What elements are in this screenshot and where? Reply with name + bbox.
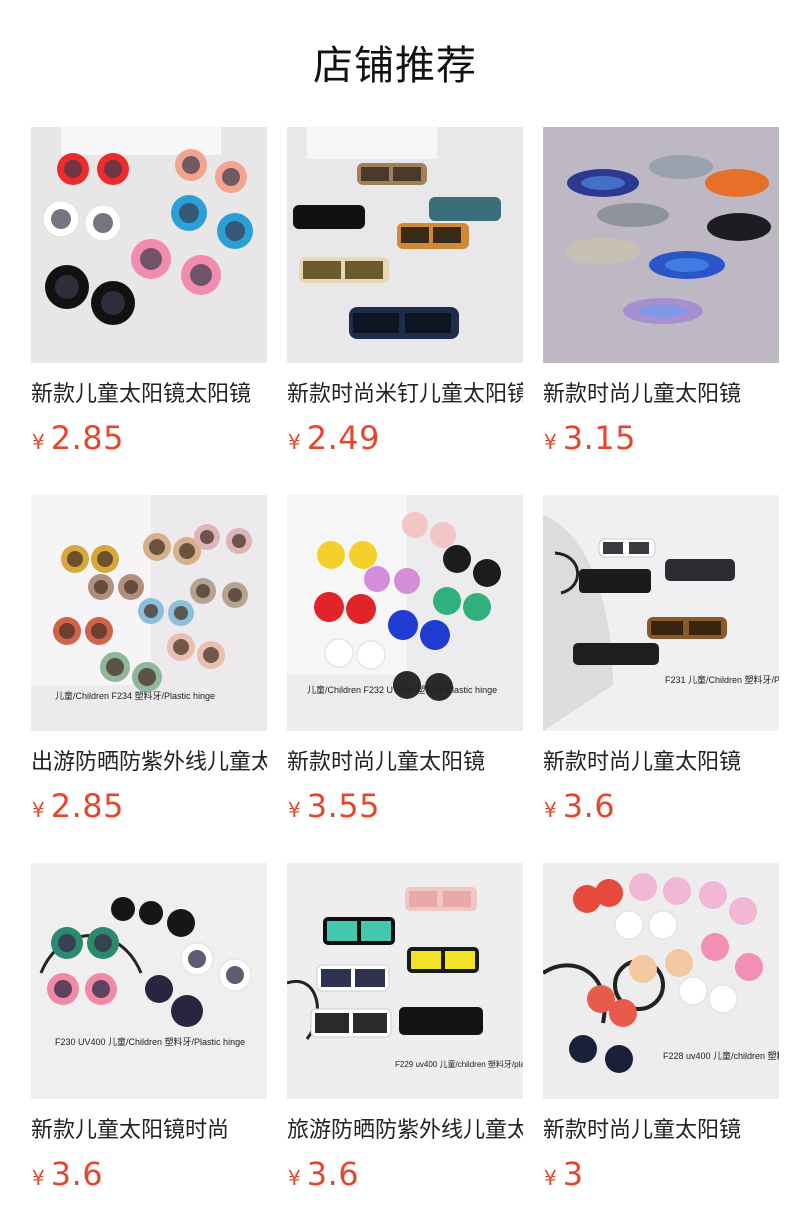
product-image[interactable]: 儿童/Children F234 塑料牙/Plastic hinge <box>31 495 267 731</box>
product-name[interactable]: 新款时尚米钉儿童太阳镜 <box>287 379 523 411</box>
price-row: ¥ 3 <box>544 1153 584 1195</box>
price-row: ¥ 2.85 <box>32 785 124 827</box>
product-image[interactable] <box>287 127 523 363</box>
product-image[interactable]: F230 UV400 儿童/Children 塑料牙/Plastic hinge <box>31 863 267 1099</box>
image-caption-line: F231 儿童/Children 塑料牙/Plastic hinge <box>665 674 779 685</box>
product-card[interactable]: 儿童/Children F234 塑料牙/Plastic hinge 出游防晒防… <box>31 495 267 845</box>
kids-round-sunglasses-image: F230 UV400 儿童/Children 塑料牙/Plastic hinge <box>31 863 267 1099</box>
sport-sunglasses-image <box>543 127 779 363</box>
image-caption-line: F230 UV400 儿童/Children 塑料牙/Plastic hinge <box>55 1036 245 1047</box>
image-caption-line: F228 uv400 儿童/children 塑料牙/plastic hinge <box>663 1050 779 1061</box>
price-row: ¥ 3.6 <box>32 1153 103 1195</box>
heart-sunglasses-image: 儿童/Children F232 UV400 塑料牙/Plastic hinge <box>287 495 523 731</box>
product-name[interactable]: 新款儿童太阳镜太阳镜 <box>31 379 267 411</box>
product-name[interactable]: 新款时尚儿童太阳镜 <box>543 379 779 411</box>
image-caption-line: F229 uv400 儿童/children 塑料牙/plastic hinge <box>395 1059 523 1069</box>
product-price: 3.55 <box>306 787 380 825</box>
flower-sunglasses-image <box>31 127 267 363</box>
page-title: 店铺推荐 <box>313 43 477 89</box>
product-name[interactable]: 新款时尚儿童太阳镜 <box>543 1115 779 1147</box>
product-card[interactable]: F228 uv400 儿童/children 塑料牙/plastic hinge… <box>543 863 779 1213</box>
black-sunglasses-image: F231 儿童/Children 塑料牙/Plastic hinge <box>543 495 779 731</box>
product-image[interactable] <box>543 127 779 363</box>
currency-symbol: ¥ <box>32 1166 45 1190</box>
product-card[interactable]: F231 儿童/Children 塑料牙/Plastic hinge 新款时尚儿… <box>543 495 779 845</box>
square-sunglasses-image <box>287 127 523 363</box>
currency-symbol: ¥ <box>544 798 557 822</box>
price-row: ¥ 3.55 <box>288 785 380 827</box>
product-price: 3.6 <box>562 787 616 825</box>
product-price: 3 <box>562 1155 584 1193</box>
image-caption-line: 儿童/Children F234 塑料牙/Plastic hinge <box>55 690 215 701</box>
product-card[interactable]: F229 uv400 儿童/children 塑料牙/plastic hinge… <box>287 863 523 1213</box>
currency-symbol: ¥ <box>32 430 45 454</box>
product-image[interactable] <box>31 127 267 363</box>
product-name[interactable]: 旅游防晒防紫外线儿童太阳镜 <box>287 1115 523 1147</box>
product-price: 2.85 <box>50 787 124 825</box>
product-image[interactable]: 儿童/Children F232 UV400 塑料牙/Plastic hinge <box>287 495 523 731</box>
product-grid: 新款儿童太阳镜太阳镜 ¥ 2.85 新款时尚米钉儿童太阳镜 ¥ 2.49 新款时… <box>31 127 779 1213</box>
product-image[interactable]: F228 uv400 儿童/children 塑料牙/plastic hinge <box>543 863 779 1099</box>
product-card[interactable]: 新款时尚儿童太阳镜 ¥ 3.15 <box>543 127 779 477</box>
price-row: ¥ 3.6 <box>544 785 615 827</box>
product-name[interactable]: 新款时尚儿童太阳镜 <box>543 747 779 779</box>
currency-symbol: ¥ <box>288 1166 301 1190</box>
product-price: 3.6 <box>50 1155 104 1193</box>
round-sunglasses-image: 儿童/Children F234 塑料牙/Plastic hinge <box>31 495 267 731</box>
currency-symbol: ¥ <box>544 430 557 454</box>
currency-symbol: ¥ <box>288 430 301 454</box>
product-card[interactable]: F230 UV400 儿童/Children 塑料牙/Plastic hinge… <box>31 863 267 1213</box>
product-image[interactable]: F229 uv400 儿童/children 塑料牙/plastic hinge <box>287 863 523 1099</box>
image-caption-line: 儿童/Children F232 UV400 塑料牙/Plastic hinge <box>307 684 497 695</box>
price-row: ¥ 3.15 <box>544 417 636 459</box>
price-row: ¥ 3.6 <box>288 1153 359 1195</box>
product-name[interactable]: 新款儿童太阳镜时尚 <box>31 1115 267 1147</box>
square-kids-sunglasses-image: F229 uv400 儿童/children 塑料牙/plastic hinge <box>287 863 523 1099</box>
heart-pink-sunglasses-image: F228 uv400 儿童/children 塑料牙/plastic hinge <box>543 863 779 1099</box>
product-image[interactable]: F231 儿童/Children 塑料牙/Plastic hinge <box>543 495 779 731</box>
product-price: 3.6 <box>306 1155 360 1193</box>
currency-symbol: ¥ <box>288 798 301 822</box>
product-price: 3.15 <box>562 419 636 457</box>
product-price: 2.49 <box>306 419 380 457</box>
product-card[interactable]: 新款儿童太阳镜太阳镜 ¥ 2.85 <box>31 127 267 477</box>
product-name[interactable]: 新款时尚儿童太阳镜 <box>287 747 523 779</box>
product-card[interactable]: 儿童/Children F232 UV400 塑料牙/Plastic hinge… <box>287 495 523 845</box>
product-card[interactable]: 新款时尚米钉儿童太阳镜 ¥ 2.49 <box>287 127 523 477</box>
price-row: ¥ 2.49 <box>288 417 380 459</box>
currency-symbol: ¥ <box>32 798 45 822</box>
product-price: 2.85 <box>50 419 124 457</box>
product-name[interactable]: 出游防晒防紫外线儿童太阳镜 <box>31 747 267 779</box>
price-row: ¥ 2.85 <box>32 417 124 459</box>
currency-symbol: ¥ <box>544 1166 557 1190</box>
